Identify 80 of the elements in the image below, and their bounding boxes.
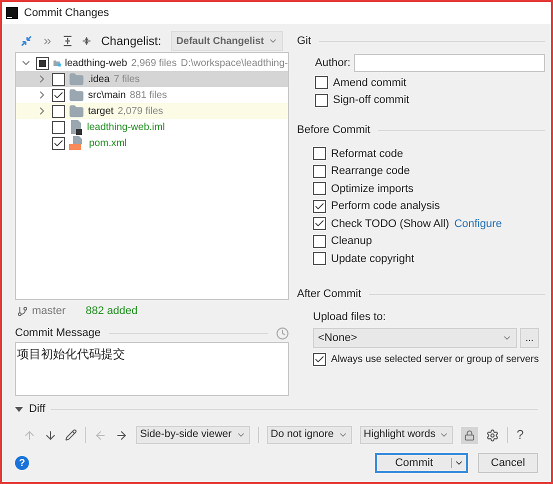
- double-chevron-icon[interactable]: [42, 36, 53, 46]
- checkbox[interactable]: [313, 182, 326, 196]
- viewer-dropdown[interactable]: Side-by-side viewer: [136, 426, 250, 444]
- file-name: leadthing-web.iml: [87, 120, 165, 134]
- configure-link[interactable]: Configure: [454, 216, 502, 232]
- diff-label: Diff: [29, 402, 46, 417]
- file-count: 7 files: [114, 72, 140, 86]
- option-label: Update copyright: [331, 252, 414, 266]
- checkbox[interactable]: [52, 72, 65, 86]
- triangle-icon[interactable]: [15, 405, 23, 413]
- commit-message-field[interactable]: 项目初始化代码提交: [15, 342, 289, 396]
- highlight-dropdown[interactable]: Highlight words: [360, 426, 454, 444]
- xml-file-icon: [69, 135, 85, 151]
- commit-button[interactable]: Commit: [375, 453, 468, 473]
- option-label: Check TODO (Show All): [331, 216, 450, 232]
- pencil-icon[interactable]: [65, 429, 77, 441]
- help-button[interactable]: ?: [15, 456, 29, 470]
- expand-all-icon[interactable]: [62, 34, 72, 48]
- checkbox[interactable]: [313, 252, 326, 266]
- option-label: Amend commit: [333, 76, 406, 90]
- upload-label: Upload files to:: [313, 310, 387, 324]
- changes-summary: 882 added: [86, 304, 138, 319]
- file-name: src\main: [88, 88, 126, 102]
- arrow-down-icon[interactable]: [44, 428, 57, 442]
- collapse-arrows-icon[interactable]: [21, 34, 32, 48]
- checkbox[interactable]: [52, 136, 65, 150]
- tree-row[interactable]: .idea 7 files: [16, 71, 288, 87]
- option-label: Rearrange code: [331, 164, 410, 179]
- file-name: .idea: [88, 72, 110, 86]
- checkbox[interactable]: [315, 94, 328, 107]
- file-name: leadthing-web: [64, 56, 128, 70]
- browse-button[interactable]: ...: [520, 328, 539, 348]
- file-name: target: [88, 104, 114, 118]
- checkbox[interactable]: [313, 200, 326, 213]
- server-dropdown[interactable]: <None>: [313, 328, 517, 348]
- branch-icon: [17, 306, 28, 316]
- whitespace-dropdown[interactable]: Do not ignore: [266, 426, 352, 444]
- option-label: Optimize imports: [331, 182, 414, 196]
- author-field[interactable]: [354, 54, 545, 72]
- folder-icon: [69, 72, 84, 86]
- commit-label[interactable]: Commit: [377, 454, 451, 472]
- section-title: After Commit: [297, 287, 362, 302]
- commit-message-label: Commit Message: [15, 326, 101, 341]
- file-count: 2,079 files: [118, 104, 164, 118]
- checkbox[interactable]: [52, 120, 65, 134]
- folder-icon: [69, 104, 84, 118]
- lock-icon[interactable]: [461, 426, 478, 444]
- checkbox[interactable]: [313, 147, 326, 160]
- settings-icon[interactable]: [486, 428, 500, 442]
- checkbox[interactable]: [52, 104, 65, 118]
- branch-name: master: [32, 304, 66, 319]
- checkbox[interactable]: [313, 353, 326, 366]
- option-label: Always use selected server or group of servers: [331, 353, 539, 368]
- changelist-label: Changelist:: [101, 33, 162, 50]
- tree-row[interactable]: target 2,079 files: [16, 103, 288, 119]
- file-name: pom.xml: [89, 136, 127, 150]
- option-label: Sign-off commit: [333, 93, 410, 108]
- folder-icon: [69, 88, 84, 102]
- option-label: Perform code analysis: [331, 199, 440, 214]
- section-title: Before Commit: [297, 122, 370, 138]
- cancel-button[interactable]: Cancel: [478, 453, 538, 473]
- arrow-right-icon[interactable]: [115, 428, 128, 442]
- checkbox[interactable]: [315, 76, 328, 90]
- checkbox[interactable]: [313, 217, 326, 230]
- app-logo-icon: [6, 7, 18, 19]
- section-title: Git: [297, 34, 312, 49]
- checkbox[interactable]: [52, 88, 65, 102]
- changelist-dropdown[interactable]: Default Changelist: [171, 31, 283, 51]
- checkbox[interactable]: [313, 164, 326, 178]
- diff-help-button[interactable]: ?: [516, 425, 524, 445]
- file-path: D:\workspace\leadthing-: [180, 56, 288, 70]
- checkbox[interactable]: [313, 234, 326, 248]
- option-label: Reformat code: [331, 146, 404, 162]
- collapse-all-icon[interactable]: [82, 34, 92, 48]
- file-count: 2,969 files: [131, 56, 177, 70]
- author-label: Author:: [315, 56, 350, 71]
- window-title: Commit Changes: [24, 6, 109, 21]
- option-label: Cleanup: [331, 234, 372, 249]
- checkbox[interactable]: [36, 56, 49, 70]
- file-count: 881 files: [130, 88, 168, 102]
